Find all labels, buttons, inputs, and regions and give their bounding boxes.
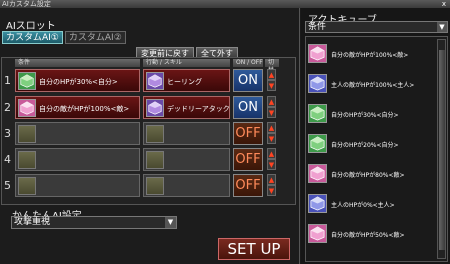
slot-row-1: 1 自分のHPが30%<自分> ヒーリング ON ▲ ▼: [2, 68, 296, 94]
move-up-icon[interactable]: ▲: [267, 174, 276, 185]
chevron-down-icon: ▼: [437, 22, 447, 32]
easy-ai-value: 攻撃重視: [14, 217, 51, 227]
move-down-icon[interactable]: ▼: [267, 133, 276, 144]
move-up-icon[interactable]: ▲: [267, 96, 276, 107]
slot-row-2: 2 自分の敵がHPが100%<敵> デッドリーアタック ON ▲ ▼: [2, 95, 296, 121]
empty-slot-icon: [18, 151, 36, 169]
action-slot[interactable]: デッドリーアタック: [143, 96, 230, 119]
header-onoff: ON / OFF: [233, 59, 263, 67]
chevron-down-icon: ▼: [165, 217, 176, 228]
scrollbar-thumb[interactable]: [439, 50, 445, 250]
on-off-toggle[interactable]: OFF: [233, 122, 263, 145]
cube-filter-select[interactable]: 条件 ▼: [305, 21, 448, 33]
row-number: 1: [4, 74, 11, 87]
cube-icon: [146, 99, 164, 117]
cube-item-label: 自分の敵がHPが50%<敵>: [331, 232, 405, 239]
header-switch: 切替: [265, 59, 279, 74]
condition-label: 自分のHPが30%<自分>: [39, 78, 118, 86]
cube-icon: [308, 164, 327, 183]
empty-slot-icon: [146, 125, 164, 143]
empty-slot-icon: [146, 177, 164, 195]
slot-row-5: 5 OFF ▲ ▼: [2, 173, 296, 199]
tab-custom-ai-1[interactable]: カスタムAI①: [2, 31, 63, 44]
condition-slot[interactable]: 自分のHPが30%<自分>: [15, 69, 140, 92]
slot-title: AIスロット: [6, 21, 56, 32]
move-up-icon[interactable]: ▲: [267, 122, 276, 133]
move-down-icon[interactable]: ▼: [267, 80, 276, 91]
action-slot[interactable]: [143, 148, 230, 171]
action-slot[interactable]: [143, 174, 230, 197]
reorder-arrows: ▲ ▼: [267, 148, 276, 171]
cube-icon: [308, 194, 327, 213]
move-down-icon[interactable]: ▼: [267, 159, 276, 170]
cube-item[interactable]: 主人の敵がHPが100%<主人>: [308, 74, 436, 95]
setup-button[interactable]: SET UP: [218, 238, 290, 260]
on-off-toggle[interactable]: OFF: [233, 174, 263, 197]
on-off-toggle[interactable]: OFF: [233, 148, 263, 171]
condition-slot[interactable]: [15, 174, 140, 197]
on-off-toggle[interactable]: ON: [233, 69, 263, 92]
tab-custom-ai-2[interactable]: カスタムAI②: [64, 31, 126, 44]
action-slot[interactable]: [143, 122, 230, 145]
condition-slot[interactable]: [15, 122, 140, 145]
empty-slot-icon: [18, 177, 36, 195]
cube-item[interactable]: 自分の敵がHPが80%<敵>: [308, 164, 436, 185]
cube-item[interactable]: 自分のHPが30%<自分>: [308, 104, 436, 125]
cube-icon: [308, 224, 327, 243]
cube-list-scrollbar[interactable]: [437, 39, 446, 259]
cube-item-label: 主人の敵がHPが100%<主人>: [331, 82, 415, 89]
cube-item-label: 自分の敵がHPが100%<敵>: [331, 52, 409, 59]
move-down-icon[interactable]: ▼: [267, 107, 276, 118]
header-action: 行動 / スキル: [143, 59, 230, 67]
close-icon[interactable]: x: [440, 0, 448, 8]
slot-tabs: カスタムAI① カスタムAI②: [2, 31, 126, 44]
move-up-icon[interactable]: ▲: [267, 148, 276, 159]
on-off-toggle[interactable]: ON: [233, 96, 263, 119]
cube-item-label: 主人のHPが0%<主人>: [331, 202, 395, 209]
cube-icon: [308, 104, 327, 123]
cube-icon: [308, 74, 327, 93]
cube-item[interactable]: 自分の敵がHPが100%<敵>: [308, 44, 436, 65]
row-number: 2: [4, 101, 11, 114]
reorder-arrows: ▲ ▼: [267, 122, 276, 145]
condition-slot[interactable]: [15, 148, 140, 171]
act-cube-panel: アクトキューブ 条件 ▼ 自分の敵がHPが100%<敵> 主人の敵がHPが100…: [301, 8, 450, 264]
reorder-arrows: ▲ ▼: [267, 96, 276, 119]
reorder-arrows: ▲ ▼: [267, 174, 276, 197]
condition-slot[interactable]: 自分の敵がHPが100%<敵>: [15, 96, 140, 119]
move-down-icon[interactable]: ▼: [267, 185, 276, 196]
condition-label: 自分の敵がHPが100%<敵>: [39, 105, 130, 113]
cube-icon: [18, 72, 36, 90]
cube-icon: [146, 72, 164, 90]
slot-row-3: 3 OFF ▲ ▼: [2, 121, 296, 147]
row-number: 3: [4, 127, 11, 140]
empty-slot-icon: [18, 125, 36, 143]
empty-slot-icon: [146, 151, 164, 169]
cube-item[interactable]: 自分の敵がHPが50%<敵>: [308, 224, 436, 245]
action-label: デッドリーアタック: [167, 105, 230, 113]
move-up-icon[interactable]: ▲: [267, 69, 276, 80]
action-label: ヒーリング: [167, 78, 202, 86]
reorder-arrows: ▲ ▼: [267, 69, 276, 92]
slot-row-4: 4 OFF ▲ ▼: [2, 147, 296, 173]
cube-item-label: 自分のHPが30%<自分>: [331, 112, 399, 119]
cube-icon: [308, 44, 327, 63]
cube-item-label: 自分の敵がHPが80%<敵>: [331, 172, 405, 179]
cube-filter-value: 条件: [308, 22, 327, 32]
cube-item[interactable]: 主人のHPが0%<主人>: [308, 194, 436, 215]
cube-icon: [308, 134, 327, 153]
row-number: 5: [4, 179, 11, 192]
cube-item[interactable]: 自分のHPが20%<自分>: [308, 134, 436, 155]
header-condition: 条件: [15, 59, 140, 67]
action-slot[interactable]: ヒーリング: [143, 69, 230, 92]
cube-icon: [18, 99, 36, 117]
window-titlebar: AIカスタム設定 x: [0, 0, 450, 8]
cube-item-label: 自分のHPが20%<自分>: [331, 142, 399, 149]
easy-ai-select[interactable]: 攻撃重視 ▼: [11, 216, 177, 229]
row-number: 4: [4, 153, 11, 166]
cube-list: 自分の敵がHPが100%<敵> 主人の敵がHPが100%<主人> 自分のHPが3…: [305, 36, 448, 262]
